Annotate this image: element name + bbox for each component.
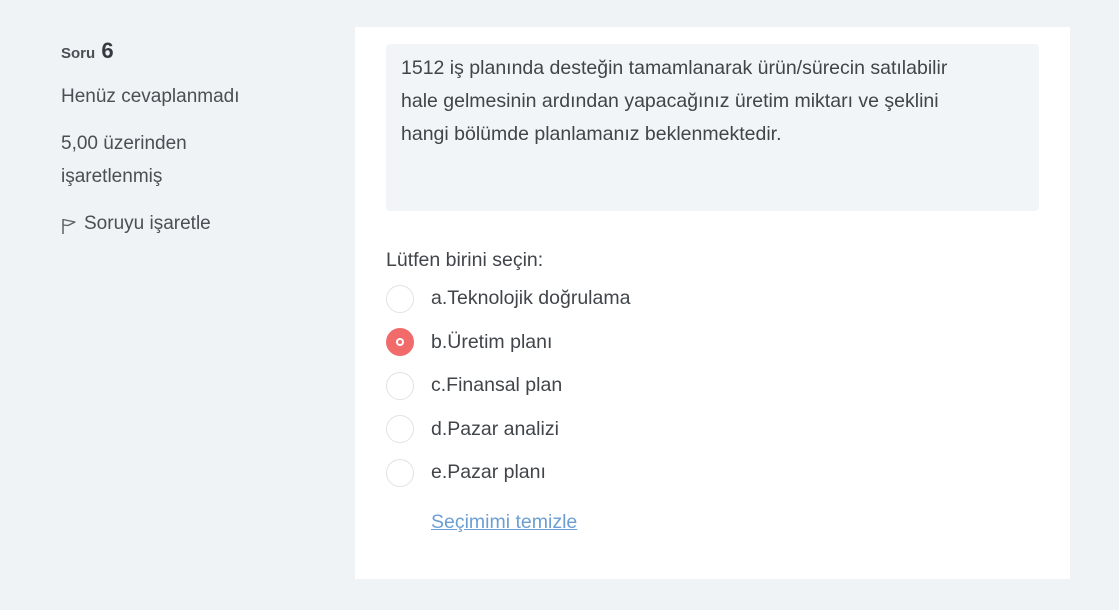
radio-option-b[interactable] [386, 328, 414, 357]
radio-option-e[interactable] [386, 458, 414, 487]
question-number-heading: Soru 6 [61, 36, 321, 69]
question-grade: 5,00 üzerinden işaretlenmiş [61, 127, 321, 193]
question-content: 1512 iş planında desteğin tamamlanarak ü… [355, 27, 1070, 579]
answer-prompt: Lütfen birini seçin: [386, 249, 544, 271]
radio-option-c[interactable] [386, 371, 414, 400]
flag-label: Soruyu işaretle [84, 213, 211, 234]
flag-question-link[interactable]: Soruyu işaretle [61, 207, 321, 240]
answer-label-a[interactable]: a.Teknolojik doğrulama [431, 287, 630, 310]
question-number: 6 [101, 38, 114, 63]
question-text: 1512 iş planında desteğin tamamlanarak ü… [386, 44, 1039, 211]
radio-option-a[interactable] [386, 284, 414, 313]
answer-label-b[interactable]: b.Üretim planı [431, 331, 552, 354]
answer-option-d[interactable]: d.Pazar analizi [386, 408, 630, 452]
question-prefix: Soru [61, 45, 96, 62]
answer-option-c[interactable]: c.Finansal plan [386, 364, 630, 408]
question-text-line-1: 1512 iş planında desteğin tamamlanarak ü… [401, 57, 948, 79]
answer-option-a[interactable]: a.Teknolojik doğrulama [386, 277, 630, 321]
answer-options: a.Teknolojik doğrulama b.Üretim planı c.… [386, 277, 630, 495]
question-state: Henüz cevaplanmadı [61, 86, 240, 107]
question-text-line-3: hangi bölümde planlamanız beklenmektedir… [401, 123, 782, 145]
clear-choice-link[interactable]: Seçimimi temizle [431, 511, 577, 534]
answer-option-b[interactable]: b.Üretim planı [386, 321, 630, 365]
question-text-line-2: hale gelmesinin ardından yapacağınız üre… [401, 90, 939, 112]
grade-line-2: işaretlenmiş [61, 166, 163, 187]
answer-label-c[interactable]: c.Finansal plan [431, 374, 562, 397]
grade-line-1: 5,00 üzerinden [61, 133, 187, 154]
radio-option-d[interactable] [386, 415, 414, 444]
answer-label-e[interactable]: e.Pazar planı [431, 461, 546, 484]
flag-icon [62, 218, 76, 234]
answer-option-e[interactable]: e.Pazar planı [386, 451, 630, 495]
question-info: Soru 6 Henüz cevaplanmadı 5,00 üzerinden… [61, 36, 321, 240]
answer-label-d[interactable]: d.Pazar analizi [431, 418, 559, 441]
